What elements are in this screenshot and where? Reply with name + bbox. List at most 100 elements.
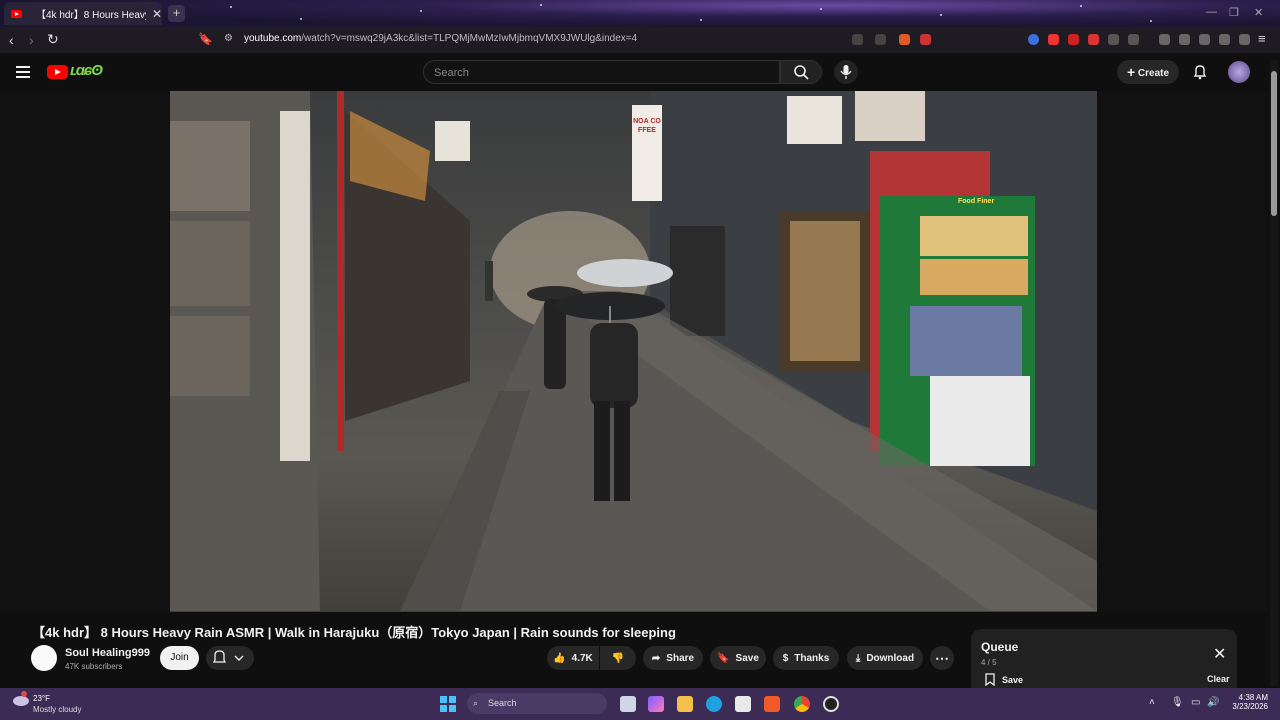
brave-shield-icon[interactable] xyxy=(899,34,910,45)
weather-cloud-icon[interactable] xyxy=(12,691,30,707)
tray-network-icon[interactable]: ▭ xyxy=(1191,697,1200,708)
leo-ai-icon[interactable] xyxy=(1219,34,1230,45)
video-player[interactable]: NOA COFFEE Food Finer xyxy=(170,91,1097,612)
thumbs-down-icon: 👎 xyxy=(611,652,625,664)
browser-tab-active[interactable]: 【4k hdr】8 Hours Heavy Rain ✕ xyxy=(4,2,162,25)
clock-date: 3/23/2026 xyxy=(1232,702,1268,711)
doodle-logo[interactable]: ʟɑɕʘ xyxy=(70,62,103,79)
page-scrollbar-thumb[interactable] xyxy=(1271,71,1277,216)
brave-rewards-icon[interactable] xyxy=(920,34,931,45)
share-arrow-icon: ➦ xyxy=(651,652,661,664)
hamburger-menu-icon[interactable] xyxy=(16,66,30,81)
search-icon xyxy=(794,65,809,80)
minimize-icon[interactable]: — xyxy=(1206,6,1217,18)
save-button[interactable]: 🔖 Save xyxy=(710,646,766,670)
channel-avatar[interactable] xyxy=(31,645,57,671)
bookmark-icon[interactable]: 🔖 xyxy=(198,32,213,46)
extension-red2-icon[interactable] xyxy=(1088,34,1099,45)
extension-red-icon[interactable] xyxy=(1068,34,1079,45)
dislike-button[interactable]: 👎 xyxy=(600,646,636,670)
reload-icon[interactable]: ↻ xyxy=(47,31,59,48)
cast-icon[interactable] xyxy=(852,34,863,45)
extension-blue-icon[interactable] xyxy=(1028,34,1039,45)
food-stall-sign: Food Finer xyxy=(958,198,995,205)
edge-icon[interactable] xyxy=(706,696,722,712)
browser-menu-icon[interactable]: ≡ xyxy=(1258,31,1266,46)
windows-start-icon[interactable] xyxy=(440,696,456,712)
voice-search-button[interactable] xyxy=(834,60,858,84)
queue-title: Queue xyxy=(981,640,1019,654)
thanks-label: Thanks xyxy=(794,652,830,664)
youtube-logo-icon[interactable] xyxy=(47,65,68,79)
create-button[interactable]: + Create xyxy=(1117,60,1179,84)
sidebar-icon[interactable] xyxy=(1179,34,1190,45)
queue-save-button[interactable]: Save xyxy=(984,673,1023,686)
url-field[interactable]: youtube.com/watch?v=mswq29jA3kc&list=TLP… xyxy=(244,33,637,44)
wallet-icon[interactable] xyxy=(1199,34,1210,45)
extension-youtube-icon[interactable] xyxy=(1048,34,1059,45)
search-button[interactable] xyxy=(780,60,822,84)
thumbs-up-icon: 👍 xyxy=(553,652,566,664)
weather-description[interactable]: Mostly cloudy xyxy=(33,705,81,714)
account-avatar[interactable] xyxy=(1228,61,1250,83)
share-button[interactable]: ➦ Share xyxy=(643,646,703,670)
bookmark-outline-icon xyxy=(985,673,995,686)
media-icon[interactable] xyxy=(1159,34,1170,45)
more-actions-button[interactable]: ⋯ xyxy=(930,646,954,670)
bell-dropdown-icon xyxy=(212,650,244,663)
back-icon[interactable]: ‹ xyxy=(9,32,14,48)
queue-clear-button[interactable]: Clear xyxy=(1207,674,1230,684)
clock-time: 4:38 AM xyxy=(1238,693,1268,702)
obs-icon[interactable] xyxy=(823,696,839,712)
notifications-bell-icon[interactable] xyxy=(1192,64,1208,80)
taskbar-search-label: Search xyxy=(488,698,517,708)
queue-position: 4 / 5 xyxy=(981,658,997,667)
download-button[interactable]: ⤓ Download xyxy=(847,646,923,670)
queue-close-icon[interactable]: ✕ xyxy=(1213,644,1226,664)
plus-icon: + xyxy=(1126,64,1136,80)
share-page-icon[interactable] xyxy=(875,34,886,45)
like-button[interactable]: 👍 4.7K xyxy=(547,646,599,670)
download-icon: ⤓ xyxy=(855,652,861,664)
maximize-icon[interactable]: ❐ xyxy=(1229,6,1239,19)
taskbar-search-box[interactable]: ⌕ Search xyxy=(467,693,607,714)
taskbar-clock[interactable]: 4:38 AM 3/23/2026 xyxy=(1226,693,1268,711)
coffee-sign: NOA COFFEE xyxy=(633,118,661,134)
taskbar-search-icon: ⌕ xyxy=(473,698,479,708)
search-input[interactable]: Search xyxy=(423,60,780,84)
video-title: 【4k hdr】 8 Hours Heavy Rain ASMR | Walk … xyxy=(32,625,676,640)
window-close-icon[interactable]: ✕ xyxy=(1254,6,1263,19)
tray-volume-icon[interactable]: 🔊 xyxy=(1207,697,1219,708)
thanks-button[interactable]: $ Thanks xyxy=(773,646,839,670)
download-label: Download xyxy=(866,652,915,664)
vpn-icon[interactable] xyxy=(1239,34,1250,45)
channel-name[interactable]: Soul Healing999 xyxy=(65,647,150,659)
subscription-notifications-button[interactable] xyxy=(206,646,254,670)
tray-mic-icon[interactable]: 🎙 xyxy=(1171,697,1184,708)
extensions-puzzle-icon[interactable] xyxy=(1108,34,1119,45)
save-bookmark-icon: 🔖 xyxy=(717,652,730,664)
new-tab-button[interactable]: + xyxy=(168,5,185,22)
screenshot-icon[interactable] xyxy=(1128,34,1139,45)
forward-icon[interactable]: › xyxy=(29,32,34,48)
like-count: 4.7K xyxy=(571,652,593,664)
chrome-icon[interactable] xyxy=(794,696,810,712)
youtube-favicon-icon xyxy=(11,9,22,18)
microphone-icon xyxy=(840,65,852,79)
copilot-icon[interactable] xyxy=(648,696,664,712)
store-icon[interactable] xyxy=(735,696,751,712)
super-thanks-icon: $ xyxy=(782,652,789,664)
join-button[interactable]: Join xyxy=(160,646,199,670)
tray-overflow-icon[interactable]: ˄ xyxy=(1149,697,1155,708)
site-info-icon[interactable]: ⚙ xyxy=(224,33,233,44)
queue-save-label: Save xyxy=(1002,674,1024,685)
brave-icon[interactable] xyxy=(764,696,780,712)
create-label: Create xyxy=(1137,68,1170,79)
file-explorer-icon[interactable] xyxy=(677,696,693,712)
tab-close-icon[interactable]: ✕ xyxy=(152,7,162,21)
weather-temperature[interactable]: 23°F xyxy=(33,694,50,703)
tab-title: 【4k hdr】8 Hours Heavy Rain xyxy=(36,10,146,21)
task-view-icon[interactable] xyxy=(620,696,636,712)
browser-tab-strip xyxy=(0,0,1280,27)
share-label: Share xyxy=(666,652,695,664)
